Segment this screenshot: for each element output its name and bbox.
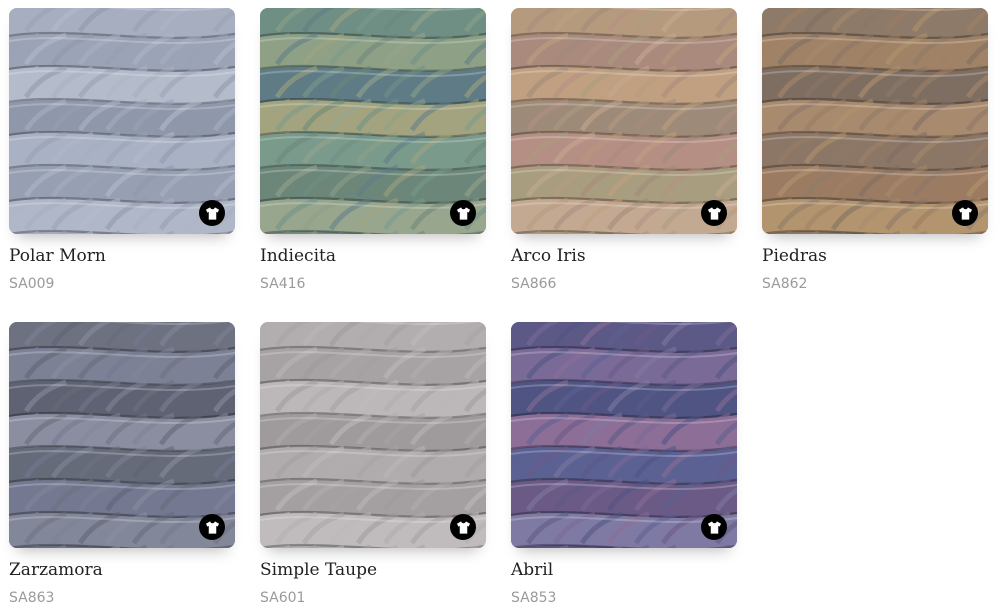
yarn-swatch <box>260 8 486 234</box>
color-name[interactable]: Simple Taupe <box>260 560 486 580</box>
tshirt-icon[interactable] <box>199 514 225 540</box>
color-code: SA862 <box>762 276 808 292</box>
color-grid: Polar Morn SA009 Indiecita SA416 Arco Ir… <box>0 0 997 616</box>
color-name[interactable]: Abril <box>511 560 737 580</box>
color-name[interactable]: Indiecita <box>260 246 486 266</box>
color-code: SA853 <box>511 590 557 606</box>
color-card-arco-iris[interactable]: Arco Iris SA866 <box>511 8 737 292</box>
tshirt-icon[interactable] <box>450 200 476 226</box>
yarn-swatch-image[interactable] <box>511 322 737 548</box>
tshirt-icon[interactable] <box>450 514 476 540</box>
yarn-swatch-image[interactable] <box>9 322 235 548</box>
yarn-swatch <box>511 8 737 234</box>
color-card-polar-morn[interactable]: Polar Morn SA009 <box>9 8 235 292</box>
yarn-swatch-image[interactable] <box>9 8 235 234</box>
color-card-zarzamora[interactable]: Zarzamora SA863 <box>9 322 235 606</box>
color-name[interactable]: Arco Iris <box>511 246 737 266</box>
color-card-abril[interactable]: Abril SA853 <box>511 322 737 606</box>
yarn-swatch-image[interactable] <box>260 322 486 548</box>
yarn-swatch-image[interactable] <box>511 8 737 234</box>
color-code: SA863 <box>9 590 55 606</box>
color-card-indiecita[interactable]: Indiecita SA416 <box>260 8 486 292</box>
yarn-swatch-image[interactable] <box>762 8 988 234</box>
yarn-swatch <box>511 322 737 548</box>
tshirt-icon[interactable] <box>701 514 727 540</box>
color-code: SA416 <box>260 276 306 292</box>
tshirt-icon[interactable] <box>701 200 727 226</box>
color-name[interactable]: Piedras <box>762 246 988 266</box>
color-card-piedras[interactable]: Piedras SA862 <box>762 8 988 292</box>
color-code: SA009 <box>9 276 55 292</box>
color-card-simple-taupe[interactable]: Simple Taupe SA601 <box>260 322 486 606</box>
yarn-swatch <box>9 8 235 234</box>
color-name[interactable]: Zarzamora <box>9 560 235 580</box>
color-code: SA601 <box>260 590 306 606</box>
yarn-swatch-image[interactable] <box>260 8 486 234</box>
tshirt-icon[interactable] <box>199 200 225 226</box>
tshirt-icon[interactable] <box>952 200 978 226</box>
yarn-swatch <box>260 322 486 548</box>
color-name[interactable]: Polar Morn <box>9 246 235 266</box>
yarn-swatch <box>9 322 235 548</box>
yarn-swatch <box>762 8 988 234</box>
color-code: SA866 <box>511 276 557 292</box>
